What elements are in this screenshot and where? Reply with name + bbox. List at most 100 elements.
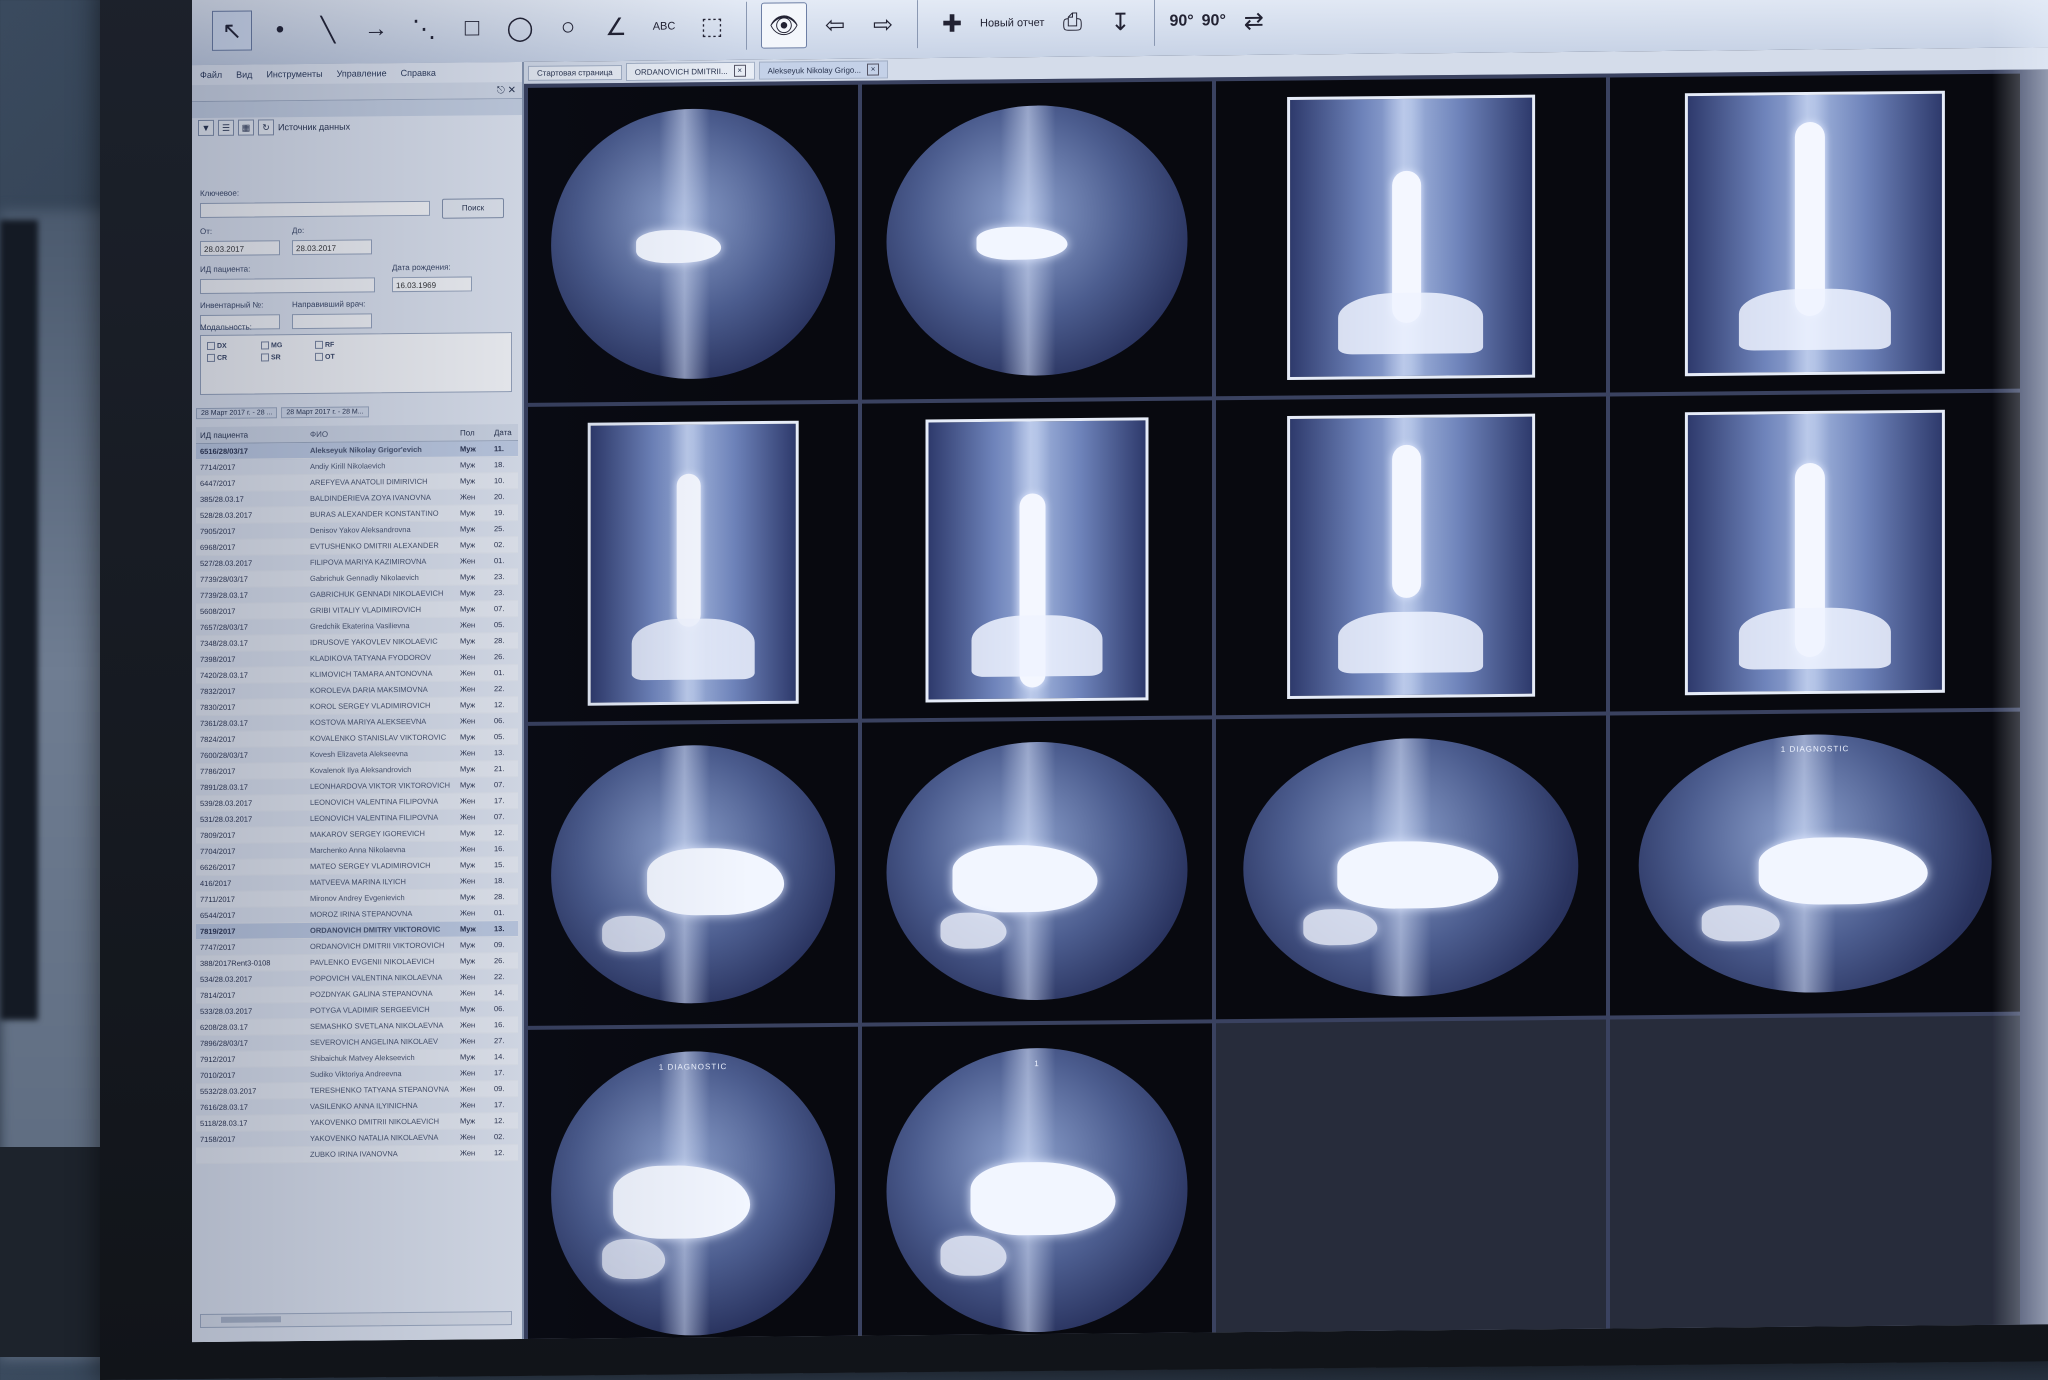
cell-sex: Муж bbox=[460, 1004, 476, 1014]
menu-manage[interactable]: Управление bbox=[337, 68, 387, 78]
cell-sex: Муж bbox=[460, 508, 476, 518]
cell-patient-id: 7824/2017 bbox=[200, 734, 236, 745]
xray-thumbnail[interactable] bbox=[1610, 392, 2020, 712]
cell-patient-id bbox=[196, 1154, 310, 1155]
column-sex[interactable]: Пол bbox=[460, 428, 494, 437]
image-overlay-label: 1 bbox=[1034, 1059, 1040, 1069]
rotate-right-button[interactable]: 90° bbox=[1202, 12, 1226, 30]
data-source-label: Источник данных bbox=[278, 121, 351, 133]
cell-date: 28. bbox=[494, 636, 505, 646]
modality-dx-checkbox[interactable]: DX bbox=[207, 341, 227, 350]
close-icon[interactable]: ✕ bbox=[508, 85, 516, 96]
xray-thumbnail[interactable] bbox=[1216, 396, 1606, 716]
angle-tool-button[interactable]: ∠ bbox=[596, 7, 636, 47]
xray-thumbnail[interactable] bbox=[1216, 77, 1606, 397]
cell-sex: Муж bbox=[460, 764, 476, 774]
previous-button[interactable]: ⇦ bbox=[815, 5, 855, 45]
list-icon[interactable]: ☰ bbox=[218, 119, 234, 136]
empty-viewport[interactable] bbox=[1610, 1015, 2020, 1343]
xray-image bbox=[551, 106, 835, 381]
print-button[interactable]: ⎙ bbox=[1052, 2, 1092, 42]
export-button[interactable]: ↧ bbox=[1100, 2, 1140, 42]
pointer-tool-button[interactable]: ↖ bbox=[212, 10, 252, 51]
menu-help[interactable]: Справка bbox=[401, 68, 436, 78]
xray-thumbnail[interactable]: 1 DIAGNOSTIC bbox=[528, 1026, 858, 1343]
cell-sex: Жен bbox=[460, 1020, 476, 1030]
xray-thumbnail[interactable] bbox=[862, 400, 1212, 719]
search-button[interactable]: Поиск bbox=[442, 198, 504, 219]
toolbar-separator bbox=[746, 1, 747, 50]
cell-date: 15. bbox=[494, 860, 505, 870]
column-date[interactable]: Дата bbox=[494, 427, 518, 437]
horizontal-scrollbar[interactable] bbox=[200, 1311, 512, 1329]
barium-column bbox=[676, 474, 702, 627]
view-button[interactable]: 👁 bbox=[761, 2, 807, 49]
xray-thumbnail[interactable] bbox=[862, 81, 1212, 400]
column-patient-id[interactable]: ИД пациента bbox=[196, 429, 310, 439]
birthdate-input[interactable]: 16.03.1969 bbox=[392, 276, 472, 293]
result-tab[interactable]: 28 Март 2017 г. - 28 ... bbox=[196, 406, 278, 419]
cell-date: 10. bbox=[494, 476, 505, 486]
xray-thumbnail[interactable] bbox=[528, 722, 858, 1026]
line-tool-button[interactable]: ╲ bbox=[308, 10, 348, 50]
modality-ot-checkbox[interactable]: OT bbox=[315, 352, 335, 361]
xray-image bbox=[925, 416, 1149, 703]
cell-date: 26. bbox=[494, 956, 505, 966]
arrow-tool-button[interactable]: → bbox=[356, 9, 396, 49]
xray-thumbnail[interactable]: 1 bbox=[862, 1023, 1212, 1343]
filter-icon[interactable]: ▼ bbox=[198, 119, 214, 137]
xray-thumbnail[interactable] bbox=[862, 719, 1212, 1023]
xray-thumbnail[interactable]: 1 DIAGNOSTIC bbox=[1610, 711, 2020, 1016]
modality-mg-checkbox[interactable]: MG bbox=[261, 341, 282, 350]
ellipse-tool-button[interactable]: ◯ bbox=[500, 8, 540, 48]
cell-date: 23. bbox=[494, 588, 505, 598]
polyline-tool-button[interactable]: ⋱ bbox=[404, 9, 444, 49]
modality-rf-checkbox[interactable]: RF bbox=[315, 340, 334, 349]
xray-thumbnail[interactable] bbox=[1610, 73, 2020, 393]
cell-sex: Муж bbox=[460, 828, 476, 838]
close-icon[interactable]: × bbox=[733, 64, 746, 77]
export-icon: ↧ bbox=[1110, 8, 1131, 36]
circle-tool-button[interactable]: ○ bbox=[548, 7, 588, 47]
result-tab[interactable]: 28 Март 2017 г. - 28 М... bbox=[281, 405, 369, 418]
text-tool-button[interactable]: ABC bbox=[644, 6, 684, 46]
cell-patient-id: 7832/2017 bbox=[200, 686, 236, 697]
cell-sex: Муж bbox=[460, 956, 476, 966]
empty-viewport[interactable] bbox=[1216, 1019, 1606, 1343]
referring-input[interactable] bbox=[292, 313, 372, 330]
to-date-input[interactable]: 28.03.2017 bbox=[292, 239, 372, 256]
roi-tool-button[interactable]: ⬚ bbox=[692, 6, 732, 46]
refresh-icon[interactable]: ↻ bbox=[258, 119, 274, 136]
xray-thumbnail[interactable] bbox=[528, 84, 858, 403]
modality-sr-checkbox[interactable]: SR bbox=[261, 353, 281, 362]
new-report-button[interactable]: ✚ bbox=[932, 4, 972, 44]
xray-thumbnail[interactable] bbox=[528, 403, 858, 722]
patient-id-input[interactable] bbox=[200, 277, 375, 295]
close-icon[interactable]: × bbox=[867, 63, 880, 76]
cell-date: 06. bbox=[494, 1004, 505, 1014]
tab-study-active[interactable]: Alekseyuk Nikolay Grigo... × bbox=[758, 60, 889, 80]
rectangle-tool-button[interactable]: □ bbox=[452, 8, 492, 48]
menu-tools[interactable]: Инструменты bbox=[266, 69, 322, 80]
from-date-input[interactable]: 28.03.2017 bbox=[200, 240, 280, 257]
xray-thumbnail[interactable] bbox=[1216, 715, 1606, 1020]
tab-start-page[interactable]: Стартовая страница bbox=[528, 64, 622, 81]
tab-study[interactable]: ORDANOVICH DMITRII... × bbox=[625, 61, 755, 81]
keyword-input[interactable] bbox=[200, 200, 430, 219]
monitor-bezel: ↖ • ╲ → ⋱ □ ◯ ○ ∠ ABC ⬚ 👁 ⇦ ⇨ ✚ Новый от… bbox=[100, 0, 2048, 1380]
flip-button[interactable]: ⇄ bbox=[1234, 1, 1274, 41]
modality-list: DX CR MG SR RF OT bbox=[200, 332, 512, 396]
cell-sex: Жен bbox=[460, 988, 476, 998]
point-tool-button[interactable]: • bbox=[260, 10, 300, 50]
cell-name: BURAS ALEXANDER KONSTANTINO bbox=[310, 508, 439, 519]
grid-icon[interactable]: ▦ bbox=[238, 119, 254, 136]
menu-view[interactable]: Вид bbox=[236, 70, 252, 80]
next-button[interactable]: ⇨ bbox=[863, 4, 903, 44]
table-row[interactable]: ZUBKO IRINA IVANOVNA Жен 12. bbox=[196, 1144, 518, 1165]
pin-icon[interactable]: ⎋ bbox=[497, 85, 505, 96]
modality-cr-checkbox[interactable]: CR bbox=[207, 353, 227, 362]
cell-sex: Жен bbox=[460, 748, 476, 758]
rotate-left-button[interactable]: 90° bbox=[1169, 13, 1193, 31]
menu-file[interactable]: Файл bbox=[200, 70, 222, 80]
column-name[interactable]: ФИО bbox=[310, 428, 460, 438]
